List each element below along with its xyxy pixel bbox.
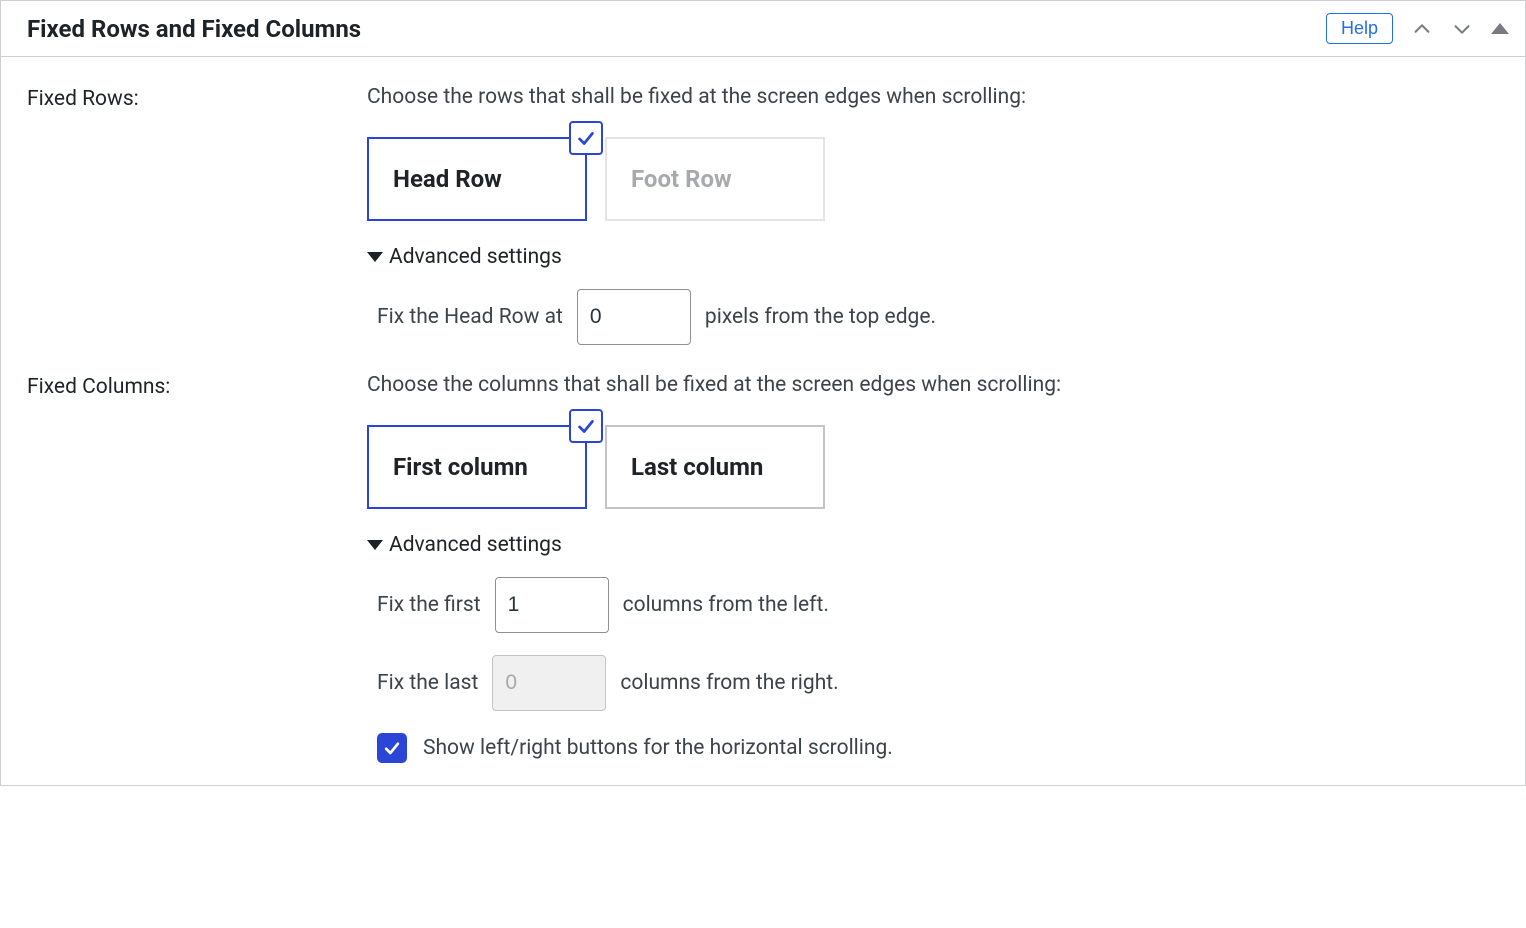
fixed-columns-advanced-body: Fix the first columns from the left. Fix… [367,577,1499,763]
first-column-toggle[interactable]: First column [367,425,587,509]
fixed-columns-content: Choose the columns that shall be fixed a… [367,373,1499,763]
fixed-columns-label: Fixed Columns: [27,373,367,399]
first-columns-count-line: Fix the first columns from the left. [377,577,1499,633]
panel-body: Fixed Rows: Choose the rows that shall b… [1,57,1525,785]
first-column-check [569,409,603,443]
first-columns-suffix: columns from the left. [623,593,829,617]
head-row-offset-prefix: Fix the Head Row at [377,305,563,329]
chevron-down-icon [1451,18,1473,40]
triangle-up-icon [1491,23,1509,34]
check-icon [575,127,597,149]
last-column-toggle[interactable]: Last column [605,425,825,509]
fixed-rows-row: Fixed Rows: Choose the rows that shall b… [27,85,1499,345]
last-column-label: Last column [631,453,763,481]
fixed-rows-content: Choose the rows that shall be fixed at t… [367,85,1499,345]
fixed-rows-advanced-label: Advanced settings [389,245,562,269]
show-scroll-buttons-label: Show left/right buttons for the horizont… [423,736,893,760]
first-columns-prefix: Fix the first [377,593,481,617]
chevron-up-icon [1411,18,1433,40]
head-row-label: Head Row [393,165,502,193]
fixed-rows-label: Fixed Rows: [27,85,367,111]
triangle-down-icon [367,252,383,262]
fixed-rows-toggles: Head Row Foot Row [367,137,1499,221]
fixed-columns-toggles: First column Last column [367,425,1499,509]
settings-panel: Fixed Rows and Fixed Columns Help Fixed … [0,0,1526,786]
first-columns-input[interactable] [495,577,609,633]
move-up-button[interactable] [1411,18,1433,40]
fixed-rows-advanced-body: Fix the Head Row at pixels from the top … [367,289,1499,345]
head-row-offset-suffix: pixels from the top edge. [705,305,936,329]
fixed-columns-advanced-toggle[interactable]: Advanced settings [367,533,1499,557]
triangle-down-icon [367,540,383,550]
last-columns-count-line: Fix the last columns from the right. [377,655,1499,711]
fixed-columns-row: Fixed Columns: Choose the columns that s… [27,373,1499,763]
head-row-check [569,121,603,155]
last-columns-prefix: Fix the last [377,671,478,695]
fixed-columns-advanced-label: Advanced settings [389,533,562,557]
foot-row-label: Foot Row [631,165,732,193]
head-row-toggle[interactable]: Head Row [367,137,587,221]
panel-header: Fixed Rows and Fixed Columns Help [1,1,1525,57]
move-down-button[interactable] [1451,18,1473,40]
collapse-button[interactable] [1491,23,1509,34]
foot-row-toggle[interactable]: Foot Row [605,137,825,221]
fixed-columns-desc: Choose the columns that shall be fixed a… [367,373,1499,397]
show-scroll-buttons-checkbox[interactable] [377,733,407,763]
panel-title: Fixed Rows and Fixed Columns [27,15,361,43]
panel-actions: Help [1326,13,1509,44]
fixed-rows-desc: Choose the rows that shall be fixed at t… [367,85,1499,109]
head-row-offset-input[interactable] [577,289,691,345]
first-column-label: First column [393,453,528,481]
check-icon [382,738,402,758]
fixed-rows-advanced-toggle[interactable]: Advanced settings [367,245,1499,269]
check-icon [575,415,597,437]
help-button[interactable]: Help [1326,13,1393,44]
last-columns-suffix: columns from the right. [620,671,838,695]
last-columns-input [492,655,606,711]
show-scroll-buttons-line: Show left/right buttons for the horizont… [377,733,1499,763]
head-row-offset-line: Fix the Head Row at pixels from the top … [377,289,1499,345]
